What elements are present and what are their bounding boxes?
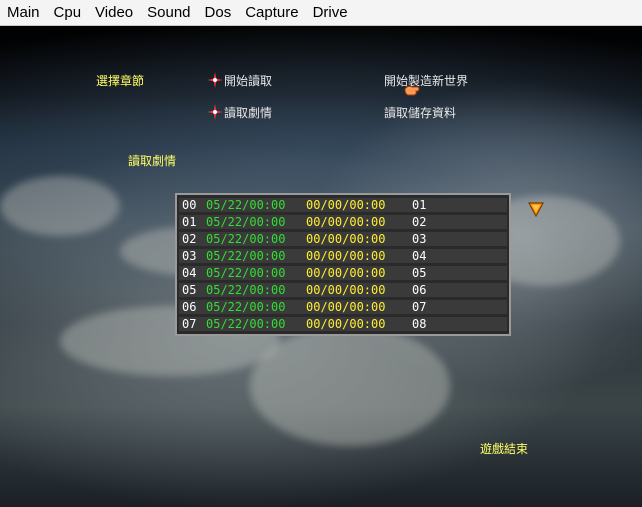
slot-index: 01 xyxy=(179,215,203,229)
slot-date: 05/22/00:00 xyxy=(203,317,303,331)
slot-time: 00/00/00:00 xyxy=(303,198,409,212)
menu-dos[interactable]: Dos xyxy=(198,0,239,25)
menu-drive[interactable]: Drive xyxy=(306,0,355,25)
start-new-world-option[interactable]: 開始製造新世界 xyxy=(384,72,468,89)
slot-date: 05/22/00:00 xyxy=(203,232,303,246)
slot-number: 04 xyxy=(409,249,507,263)
slot-date: 05/22/00:00 xyxy=(203,266,303,280)
slot-number: 02 xyxy=(409,215,507,229)
slot-index: 02 xyxy=(179,232,203,246)
slot-index: 07 xyxy=(179,317,203,331)
scroll-down-arrow-icon[interactable] xyxy=(528,201,544,217)
slot-index: 04 xyxy=(179,266,203,280)
save-slot-row[interactable]: 02 05/22/00:00 00/00/00:00 03 xyxy=(179,232,507,246)
read-save-data-option[interactable]: 讀取儲存資料 xyxy=(384,104,456,121)
slot-index: 05 xyxy=(179,283,203,297)
slot-index: 00 xyxy=(179,198,203,212)
star-marker-icon xyxy=(207,104,223,120)
slot-time: 00/00/00:00 xyxy=(303,232,409,246)
slot-index: 06 xyxy=(179,300,203,314)
section-title: 讀取劇情 xyxy=(128,154,177,168)
slot-time: 00/00/00:00 xyxy=(303,249,409,263)
hand-cursor-icon xyxy=(404,85,420,96)
save-slot-row[interactable]: 06 05/22/00:00 00/00/00:00 07 xyxy=(179,300,507,314)
save-slot-row[interactable]: 04 05/22/00:00 00/00/00:00 05 xyxy=(179,266,507,280)
slot-number: 01 xyxy=(409,198,507,212)
save-slot-row[interactable]: 05 05/22/00:00 00/00/00:00 06 xyxy=(179,283,507,297)
slot-number: 08 xyxy=(409,317,507,331)
slot-time: 00/00/00:00 xyxy=(303,300,409,314)
terrain-snow xyxy=(250,326,450,446)
slot-number: 06 xyxy=(409,283,507,297)
slot-date: 05/22/00:00 xyxy=(203,300,303,314)
menu-cpu[interactable]: Cpu xyxy=(47,0,89,25)
select-chapter-option[interactable]: 選擇章節 xyxy=(96,72,144,89)
slot-date: 05/22/00:00 xyxy=(203,283,303,297)
slot-date: 05/22/00:00 xyxy=(203,249,303,263)
slot-time: 00/00/00:00 xyxy=(303,215,409,229)
slot-number: 05 xyxy=(409,266,507,280)
slot-index: 03 xyxy=(179,249,203,263)
menu-video[interactable]: Video xyxy=(88,0,140,25)
save-slot-row[interactable]: 07 05/22/00:00 00/00/00:00 08 xyxy=(179,317,507,331)
save-slot-row[interactable]: 03 05/22/00:00 00/00/00:00 04 xyxy=(179,249,507,263)
terrain-snow xyxy=(0,176,120,236)
read-story-option[interactable]: 讀取劇情 xyxy=(224,104,272,121)
slot-date: 05/22/00:00 xyxy=(203,198,303,212)
menu-main[interactable]: Main xyxy=(0,0,47,25)
menu-sound[interactable]: Sound xyxy=(140,0,197,25)
save-slot-row[interactable]: 01 05/22/00:00 00/00/00:00 02 xyxy=(179,215,507,229)
save-slot-row[interactable]: 00 05/22/00:00 00/00/00:00 01 xyxy=(179,198,507,212)
slot-time: 00/00/00:00 xyxy=(303,283,409,297)
quit-game-option[interactable]: 遊戲結束 xyxy=(480,440,528,457)
slot-number: 03 xyxy=(409,232,507,246)
star-marker-icon xyxy=(207,72,223,88)
game-screen: 選擇章節 開始讀取 開始製造新世界 讀取劇情 讀取儲存資料 讀取劇情 00 05… xyxy=(0,26,642,507)
slot-time: 00/00/00:00 xyxy=(303,317,409,331)
menu-bar: Main Cpu Video Sound Dos Capture Drive xyxy=(0,0,642,26)
save-slot-list: 00 05/22/00:00 00/00/00:00 01 01 05/22/0… xyxy=(175,193,511,336)
slot-number: 07 xyxy=(409,300,507,314)
start-read-option[interactable]: 開始讀取 xyxy=(224,72,272,89)
menu-capture[interactable]: Capture xyxy=(238,0,305,25)
slot-date: 05/22/00:00 xyxy=(203,215,303,229)
slot-time: 00/00/00:00 xyxy=(303,266,409,280)
